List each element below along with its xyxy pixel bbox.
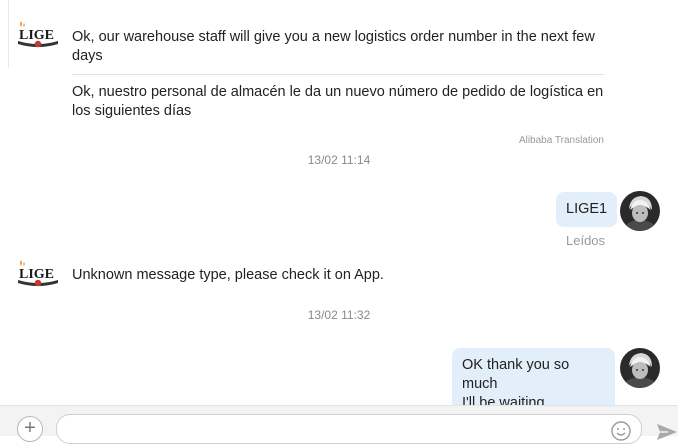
incoming-message-bubble: Unknown message type, please check it on… bbox=[62, 260, 582, 293]
outgoing-message-bubble: LIGE1 bbox=[556, 192, 618, 227]
composer-bar: + bbox=[0, 405, 678, 444]
lige-logo-icon: LIGE bbox=[18, 260, 58, 287]
user-avatar-icon bbox=[620, 348, 660, 388]
translation-source: Alibaba Translation bbox=[518, 135, 604, 146]
translation-divider bbox=[72, 74, 604, 75]
message-line: OK thank you so much bbox=[462, 357, 570, 392]
translated-text: Ok, nuestro personal de almacén le da un… bbox=[72, 84, 604, 119]
timestamp: 13/02 11:32 bbox=[307, 308, 371, 322]
message-text: Unknown message type, please check it on… bbox=[72, 267, 384, 283]
top-divider bbox=[0, 0, 9, 68]
emoji-icon[interactable] bbox=[611, 421, 631, 441]
lige-logo-avatar: LIGE bbox=[16, 20, 60, 50]
message-text: Ok, our warehouse staff will give you a … bbox=[72, 29, 595, 64]
incoming-message-bubble: Ok, our warehouse staff will give you a … bbox=[62, 22, 614, 158]
lige-logo-icon: LIGE bbox=[18, 21, 58, 48]
message-text: LIGE1 bbox=[566, 201, 608, 217]
chat-history[interactable]: LIGE Ok, our warehouse staff will give y… bbox=[0, 0, 678, 421]
lige-logo-avatar: LIGE bbox=[16, 259, 60, 289]
read-status: Leídos bbox=[566, 233, 606, 248]
lige-logo-text: LIGE bbox=[19, 267, 54, 282]
timestamp: 13/02 11:14 bbox=[307, 153, 371, 167]
plus-icon[interactable]: + bbox=[17, 416, 43, 442]
user-avatar-icon bbox=[620, 191, 660, 231]
user-avatar[interactable] bbox=[620, 348, 660, 388]
message-input[interactable] bbox=[56, 414, 642, 444]
lige-logo-text: LIGE bbox=[19, 28, 54, 43]
send-icon[interactable] bbox=[656, 422, 678, 442]
user-avatar[interactable] bbox=[620, 191, 660, 231]
